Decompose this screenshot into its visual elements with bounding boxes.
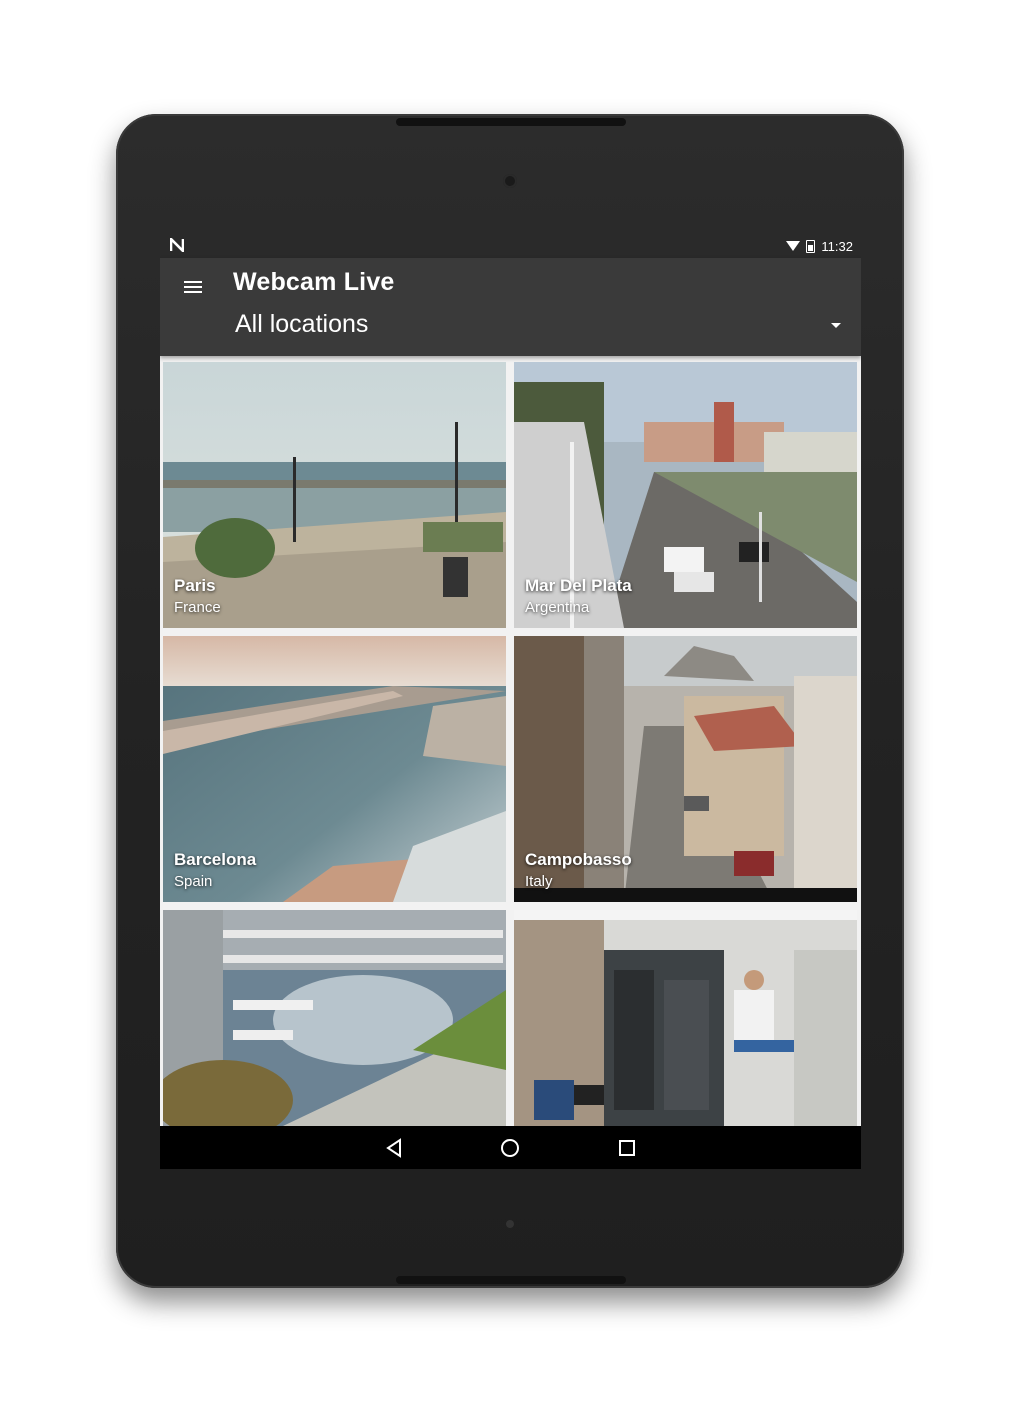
dropdown-arrow-icon[interactable] — [831, 323, 841, 328]
webcam-country: France — [174, 599, 221, 616]
bottom-sensor — [506, 1220, 514, 1228]
webcam-city: Mar Del Plata — [525, 576, 632, 595]
screen: 11:32 Webcam Live All locations Paris Fr… — [160, 234, 861, 1169]
webcam-grid: Paris France Mar Del Plata Argentina Bar… — [160, 358, 861, 1126]
app-toolbar: Webcam Live All locations — [160, 258, 861, 356]
recents-square-icon[interactable] — [613, 1134, 641, 1162]
webcam-thumbnail — [514, 910, 857, 1126]
webcam-tile-paris[interactable]: Paris France — [163, 362, 506, 628]
hamburger-menu-icon[interactable] — [182, 278, 204, 296]
webcam-country: Spain — [174, 873, 213, 890]
back-triangle-icon[interactable] — [380, 1134, 408, 1162]
app-title: Webcam Live — [233, 268, 395, 296]
home-circle-icon[interactable] — [496, 1134, 524, 1162]
n-logo-icon — [169, 235, 186, 255]
top-speaker — [396, 118, 626, 126]
webcam-country: Italy — [525, 873, 553, 890]
webcam-tile-barcelona[interactable]: Barcelona Spain — [163, 636, 506, 902]
system-nav-bar — [160, 1126, 861, 1169]
status-bar: 11:32 — [160, 234, 861, 258]
webcam-tile-campobasso[interactable]: Campobasso Italy — [514, 636, 857, 902]
wifi-icon — [786, 241, 801, 251]
front-camera — [503, 174, 517, 188]
webcam-city: Campobasso — [525, 850, 632, 869]
webcam-thumbnail — [163, 910, 506, 1126]
location-filter-label: All locations — [235, 310, 369, 338]
webcam-tile-workshop[interactable] — [514, 910, 857, 1126]
status-time: 11:32 — [821, 238, 853, 254]
webcam-city: Barcelona — [174, 850, 257, 869]
webcam-tile-mar-del-plata[interactable]: Mar Del Plata Argentina — [514, 362, 857, 628]
webcam-tile-marina[interactable] — [163, 910, 506, 1126]
location-filter-spinner[interactable]: All locations — [235, 310, 855, 350]
webcam-city: Paris — [174, 576, 216, 595]
bottom-speaker — [396, 1276, 626, 1284]
webcam-country: Argentina — [525, 599, 590, 616]
battery-icon — [806, 239, 816, 253]
